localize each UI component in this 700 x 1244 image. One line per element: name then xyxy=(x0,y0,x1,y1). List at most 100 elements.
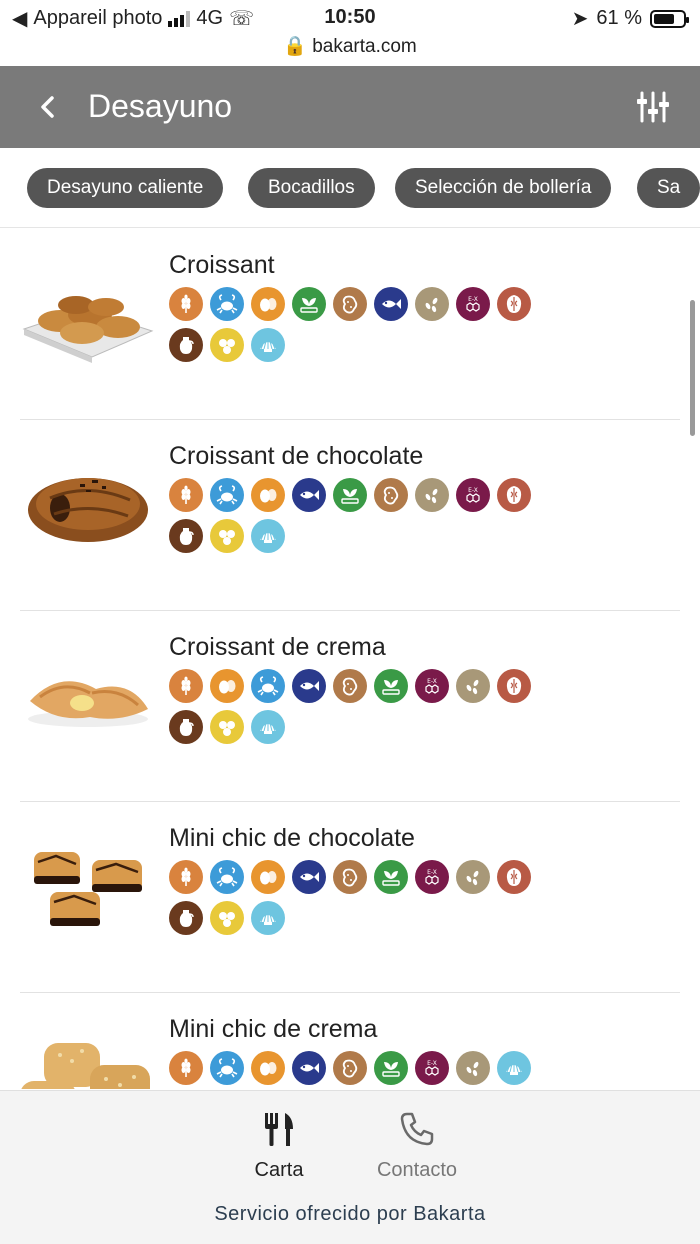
mollusc-icon xyxy=(251,328,285,362)
filter-sliders-icon[interactable] xyxy=(636,90,670,124)
lock-icon: 🔒 xyxy=(283,36,307,57)
crustacean-icon xyxy=(210,860,244,894)
egg-icon xyxy=(210,669,244,703)
soy-icon xyxy=(210,901,244,935)
celery-icon xyxy=(374,860,408,894)
product-row[interactable]: Mini chic de crema E-X xyxy=(20,993,680,1089)
sulphite-icon: E-X xyxy=(415,860,449,894)
nut-icon xyxy=(497,669,531,703)
soy-icon xyxy=(210,519,244,553)
back-arrow-icon[interactable] xyxy=(30,88,66,126)
fish-icon xyxy=(292,478,326,512)
peanut-icon xyxy=(333,669,367,703)
fish-icon xyxy=(292,1051,326,1085)
celery-icon xyxy=(333,478,367,512)
gluten-icon xyxy=(169,478,203,512)
peanut-icon xyxy=(333,860,367,894)
category-chip-desayuno-caliente[interactable]: Desayuno caliente xyxy=(27,168,224,208)
gluten-icon xyxy=(169,287,203,321)
allergen-list: E-X xyxy=(169,860,549,935)
sulphite-icon: E-X xyxy=(456,287,490,321)
phone-icon xyxy=(400,1112,434,1146)
footer-credit: Servicio ofrecido por Bakarta xyxy=(214,1203,486,1225)
sulphite-icon: E-X xyxy=(415,669,449,703)
soy-icon xyxy=(210,710,244,744)
category-chip-bocadillos[interactable]: Bocadillos xyxy=(248,168,375,208)
status-bar: ◀ Appareil photo 4G ☏ 10:50 ➤ 61 % 🔒 bak… xyxy=(0,0,700,66)
crustacean-icon xyxy=(210,478,244,512)
sesame-icon xyxy=(415,287,449,321)
milk-icon xyxy=(169,901,203,935)
egg-icon xyxy=(251,1051,285,1085)
soy-icon xyxy=(210,328,244,362)
battery-label: 61 % xyxy=(596,7,642,29)
allergen-list: E-X xyxy=(169,287,549,362)
sulphite-icon: E-X xyxy=(456,478,490,512)
product-row[interactable]: Croissant de crema E-X xyxy=(20,611,680,802)
scrollbar[interactable] xyxy=(690,300,695,436)
cream-croissant-image xyxy=(28,681,148,727)
allergen-list: E-X xyxy=(169,478,549,553)
crustacean-icon xyxy=(210,1051,244,1085)
svg-text:E-X: E-X xyxy=(468,296,478,303)
crustacean-icon xyxy=(210,287,244,321)
fish-icon xyxy=(292,669,326,703)
nut-icon xyxy=(497,860,531,894)
status-right: ➤ 61 % xyxy=(571,6,689,31)
url-bar[interactable]: 🔒 bakarta.com xyxy=(0,34,700,58)
product-list: Croissant E-X Croissant de chocolate E-X… xyxy=(0,229,700,1089)
crustacean-icon xyxy=(251,669,285,703)
egg-icon xyxy=(251,478,285,512)
sesame-icon xyxy=(415,478,449,512)
category-chip-bolleria[interactable]: Selección de bollería xyxy=(395,168,612,208)
celery-icon xyxy=(374,669,408,703)
location-icon: ➤ xyxy=(571,8,589,30)
sesame-icon xyxy=(456,1051,490,1085)
mollusc-icon xyxy=(251,710,285,744)
fish-icon xyxy=(374,287,408,321)
milk-icon xyxy=(169,328,203,362)
mini-chic-chocolate-image xyxy=(34,852,142,926)
peanut-icon xyxy=(333,287,367,321)
tab-carta-label: Carta xyxy=(254,1159,304,1181)
product-row[interactable]: Mini chic de chocolate E-X xyxy=(20,802,680,993)
app-header: Desayuno xyxy=(0,66,700,148)
milk-icon xyxy=(169,519,203,553)
allergen-list: E-X xyxy=(169,1051,549,1085)
mollusc-icon xyxy=(251,901,285,935)
tab-contacto[interactable]: Contacto xyxy=(357,1109,477,1182)
bottom-nav: Carta Contacto Servicio ofrecido por Bak… xyxy=(0,1090,700,1244)
product-name: Croissant de chocolate xyxy=(169,442,424,470)
tab-carta[interactable]: Carta xyxy=(219,1109,339,1182)
peanut-icon xyxy=(374,478,408,512)
category-chip-next[interactable]: Sa xyxy=(637,168,700,208)
page-title: Desayuno xyxy=(88,88,233,124)
celery-icon xyxy=(374,1051,408,1085)
category-tabs: Desayuno caliente Bocadillos Selección d… xyxy=(0,148,700,228)
mini-chic-cream-image xyxy=(21,1043,150,1089)
egg-icon xyxy=(251,287,285,321)
tab-contacto-label: Contacto xyxy=(376,1159,458,1181)
url-text: bakarta.com xyxy=(312,36,417,57)
mollusc-icon xyxy=(497,1051,531,1085)
peanut-icon xyxy=(333,1051,367,1085)
fish-icon xyxy=(292,860,326,894)
gluten-icon xyxy=(169,1051,203,1085)
gluten-icon xyxy=(169,860,203,894)
svg-text:E-X: E-X xyxy=(427,869,437,876)
sesame-icon xyxy=(456,860,490,894)
sulphite-icon: E-X xyxy=(415,1051,449,1085)
nut-icon xyxy=(497,287,531,321)
cutlery-icon xyxy=(265,1113,293,1146)
battery-icon xyxy=(650,9,689,28)
nut-icon xyxy=(497,478,531,512)
product-name: Croissant de crema xyxy=(169,633,386,661)
product-row[interactable]: Croissant E-X xyxy=(20,229,680,420)
product-row[interactable]: Croissant de chocolate E-X xyxy=(20,420,680,611)
sesame-icon xyxy=(456,669,490,703)
product-name: Croissant xyxy=(169,251,275,279)
egg-icon xyxy=(251,860,285,894)
celery-icon xyxy=(292,287,326,321)
product-name: Mini chic de crema xyxy=(169,1015,378,1043)
svg-text:E-X: E-X xyxy=(468,487,478,494)
